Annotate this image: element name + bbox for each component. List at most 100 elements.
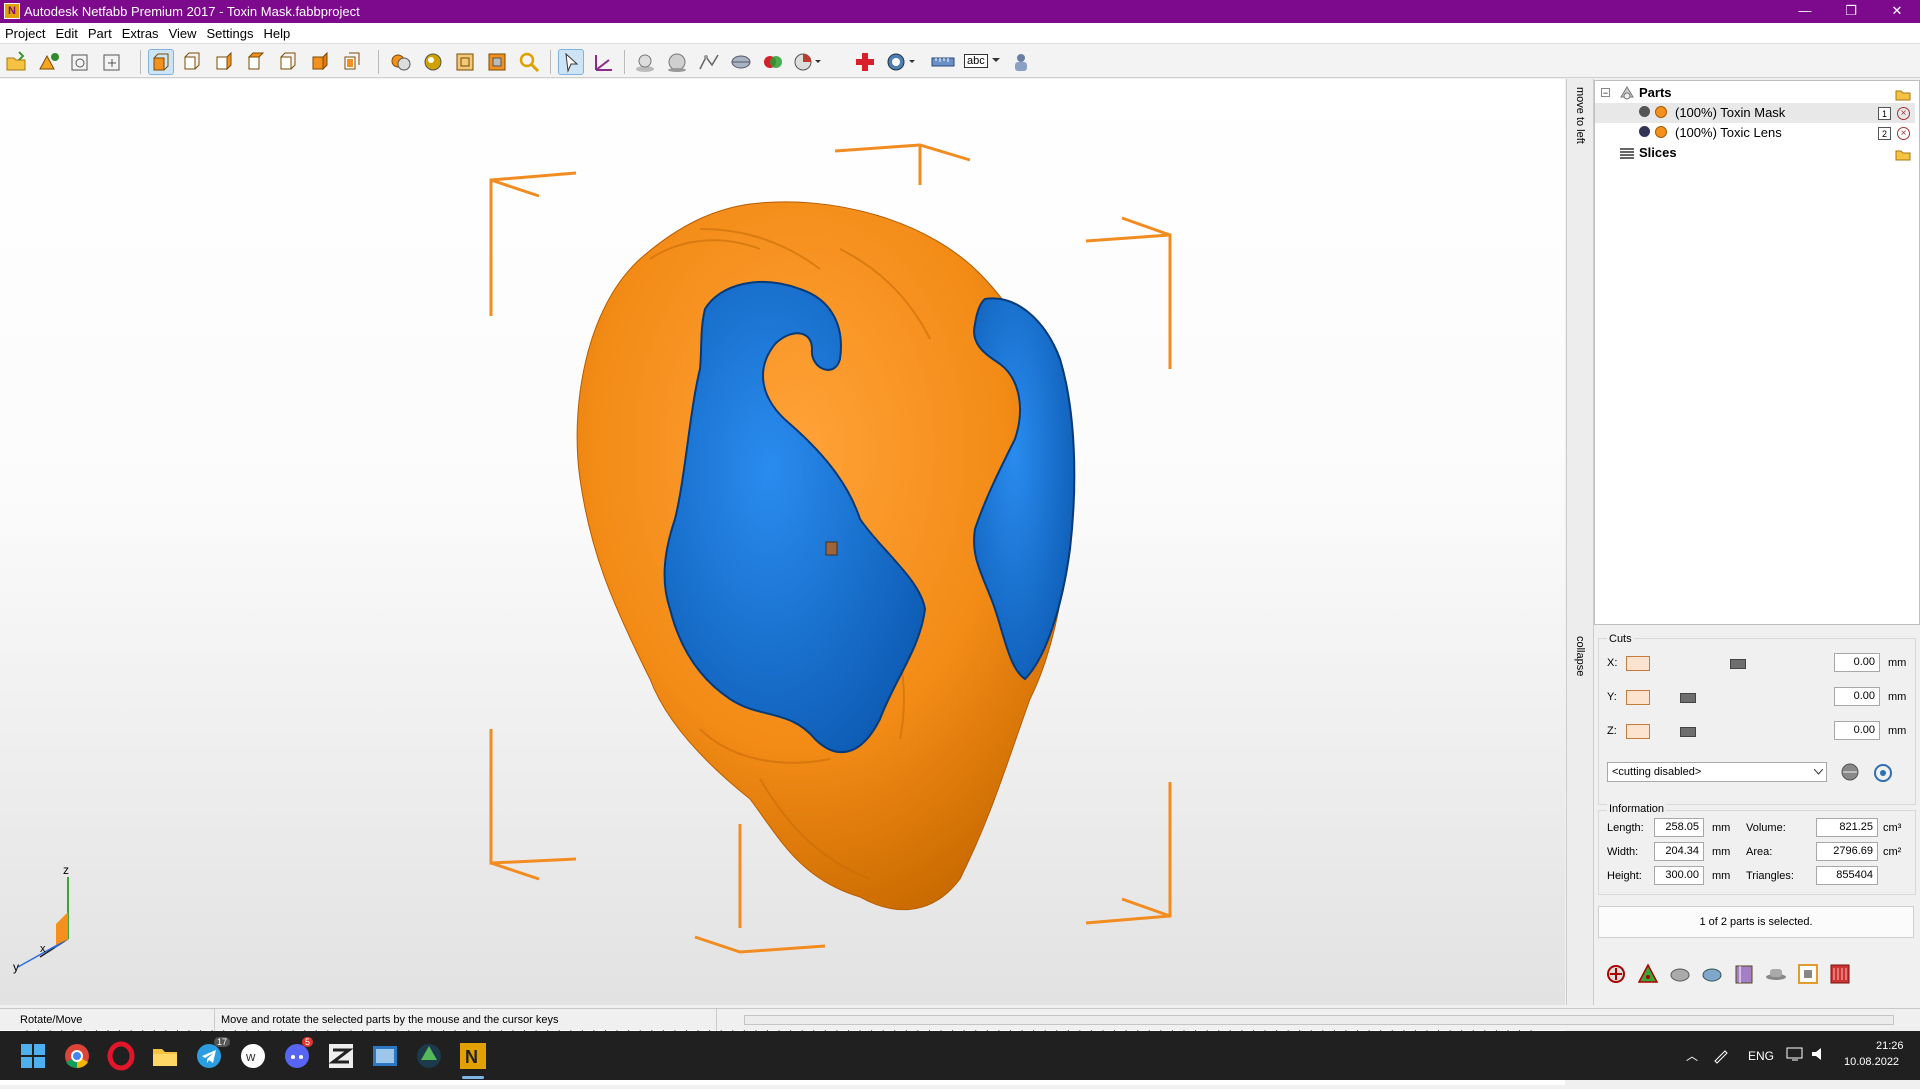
shade-icon[interactable]: [420, 49, 446, 75]
netfabb-icon[interactable]: N: [458, 1041, 488, 1071]
network-icon[interactable]: [1786, 1046, 1804, 1062]
move-axis-icon[interactable]: [590, 49, 616, 75]
photos-icon[interactable]: [370, 1041, 400, 1071]
windows-start-icon[interactable]: [18, 1041, 48, 1071]
height-label: Height:: [1607, 870, 1642, 882]
open-folder-icon[interactable]: [3, 49, 29, 75]
add-mesh-icon[interactable]: [67, 49, 93, 75]
collapse-toggle-icon[interactable]: −: [1601, 88, 1610, 98]
frame-icon[interactable]: [1796, 962, 1820, 986]
volume-icon[interactable]: [1810, 1046, 1828, 1062]
view-front-icon[interactable]: [148, 49, 174, 75]
tree-row-toxic-lens[interactable]: (100%) Toxic Lens 2 ×: [1595, 123, 1915, 143]
model-scene[interactable]: z y x: [0, 79, 1565, 1024]
warning-tool-icon[interactable]: [1636, 962, 1660, 986]
3d-viewport[interactable]: z y x 0 mm255075100125150175200225250275…: [0, 79, 1565, 1085]
axis-gizmo: z y x: [13, 863, 69, 974]
ellipsoid-icon[interactable]: [728, 49, 754, 75]
ruler-icon[interactable]: [930, 49, 956, 75]
parts-root-label: Parts: [1639, 85, 1672, 100]
cut-x-input[interactable]: 0.00: [1834, 653, 1880, 672]
clock-date[interactable]: 10.08.2022: [1844, 1056, 1899, 1068]
cut-x-toggle[interactable]: [1626, 656, 1650, 671]
part-visibility-icon[interactable]: [1639, 126, 1650, 137]
cutting-mode-select[interactable]: <cutting disabled>: [1607, 762, 1827, 782]
add-part-icon[interactable]: [35, 49, 61, 75]
menu-project[interactable]: Project: [0, 23, 50, 44]
progress-bar: [744, 1015, 1894, 1025]
part-visibility-icon[interactable]: [1639, 106, 1650, 117]
menu-part[interactable]: Part: [83, 23, 117, 44]
tray-chevron-up-icon[interactable]: ︿: [1686, 1047, 1698, 1064]
close-window-button[interactable]: ✕: [1874, 0, 1920, 23]
menu-settings[interactable]: Settings: [202, 23, 259, 44]
opera-icon[interactable]: [106, 1041, 136, 1071]
menu-extras[interactable]: Extras: [117, 23, 164, 44]
volume-value: 821.25: [1816, 818, 1878, 837]
cut-x-slider[interactable]: [1730, 659, 1746, 669]
parts-folder-icon: [1620, 86, 1634, 100]
cut-z-input[interactable]: 0.00: [1834, 721, 1880, 740]
cut-z-toggle[interactable]: [1626, 724, 1650, 739]
pie-dropdown-icon[interactable]: [792, 49, 821, 75]
select-arrow-icon[interactable]: [558, 49, 584, 75]
gauge-dropdown-icon[interactable]: [884, 49, 915, 75]
clock-time[interactable]: 21:26: [1876, 1040, 1904, 1052]
tray-pen-icon[interactable]: [1712, 1046, 1730, 1064]
view-top-icon[interactable]: [276, 49, 302, 75]
chrome-icon[interactable]: [62, 1041, 92, 1071]
language-indicator[interactable]: ENG: [1748, 1049, 1774, 1063]
remove-part-icon[interactable]: ×: [1897, 127, 1910, 140]
menu-bar: Project Edit Part Extras View Settings Help: [0, 23, 1920, 44]
support-icon[interactable]: [1828, 962, 1852, 986]
fusion-icon[interactable]: [414, 1041, 444, 1071]
restore-button[interactable]: ❐: [1828, 0, 1874, 23]
view-bottom-icon[interactable]: [308, 49, 334, 75]
slices-label: Slices: [1639, 145, 1677, 160]
menu-view[interactable]: View: [164, 23, 202, 44]
move-to-left-tab[interactable]: move to left: [1574, 87, 1586, 144]
menu-edit[interactable]: Edit: [50, 23, 82, 44]
mesh-icon[interactable]: [696, 49, 722, 75]
wireframe-icon[interactable]: [452, 49, 478, 75]
red-cross-icon[interactable]: [852, 49, 878, 75]
text-dropdown-icon[interactable]: abc: [962, 49, 1002, 75]
width-label: Width:: [1607, 846, 1639, 858]
hat-icon[interactable]: [1764, 962, 1788, 986]
repair-tool-icon[interactable]: [1604, 962, 1628, 986]
cloud-link-icon[interactable]: [1700, 962, 1724, 986]
repair-icon[interactable]: [388, 49, 414, 75]
person-icon[interactable]: [1008, 49, 1034, 75]
cloud-tool-icon[interactable]: [1668, 962, 1692, 986]
view-right-icon[interactable]: [244, 49, 270, 75]
collapse-tab[interactable]: collapse: [1574, 636, 1586, 676]
remove-part-icon[interactable]: ×: [1897, 107, 1910, 120]
cut-y-toggle[interactable]: [1626, 690, 1650, 705]
open-slices-icon[interactable]: [1895, 147, 1911, 161]
minimize-button[interactable]: —: [1782, 0, 1828, 23]
height-unit: mm: [1712, 870, 1731, 882]
tree-row-parts[interactable]: − Parts: [1595, 83, 1915, 103]
wacom-icon[interactable]: w: [238, 1041, 268, 1071]
red-sphere-icon[interactable]: [760, 49, 786, 75]
cut-reset-icon[interactable]: [1872, 762, 1894, 784]
open-parts-icon[interactable]: [1895, 87, 1911, 101]
cut-y-slider[interactable]: [1680, 693, 1696, 703]
view-back-icon[interactable]: [180, 49, 206, 75]
cut-y-input[interactable]: 0.00: [1834, 687, 1880, 706]
zbrush-icon[interactable]: [326, 1041, 356, 1071]
cut-z-slider[interactable]: [1680, 727, 1696, 737]
cut-execute-icon[interactable]: [1838, 761, 1862, 783]
file-explorer-icon[interactable]: [150, 1041, 180, 1071]
menu-help[interactable]: Help: [259, 23, 296, 44]
new-project-icon[interactable]: [99, 49, 125, 75]
zoom-icon[interactable]: [516, 49, 542, 75]
platform-icon[interactable]: [632, 49, 658, 75]
tree-row-toxin-mask[interactable]: (100%) Toxin Mask 1 ×: [1595, 103, 1915, 123]
box-view-icon[interactable]: [484, 49, 510, 75]
book-icon[interactable]: [1732, 962, 1756, 986]
view-left-icon[interactable]: [212, 49, 238, 75]
sphere-icon[interactable]: [664, 49, 690, 75]
view-iso-icon[interactable]: [340, 49, 366, 75]
tree-row-slices[interactable]: Slices: [1595, 143, 1915, 163]
